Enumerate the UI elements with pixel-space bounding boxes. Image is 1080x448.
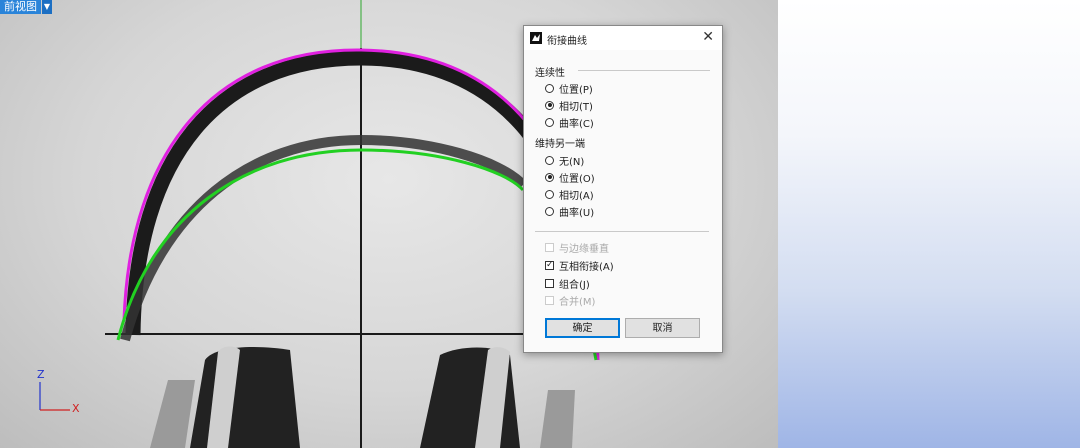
- radio-label: 相切(A): [559, 190, 594, 202]
- continuity-label: 连续性: [535, 68, 565, 79]
- radio-label: 位置(P): [559, 84, 593, 96]
- ok-button[interactable]: 确定: [545, 318, 620, 338]
- checkbox-label: 互相衔接(A): [559, 261, 614, 273]
- chevron-down-icon[interactable]: ▼: [42, 0, 52, 14]
- radio-maintain-none[interactable]: 无(N): [545, 153, 585, 168]
- radio-button[interactable]: [545, 206, 554, 216]
- options-separator: [535, 231, 709, 232]
- radio-label: 曲率(U): [559, 207, 595, 219]
- right-earcup-slider: [540, 390, 575, 448]
- dialog-title: 衔接曲线: [547, 36, 587, 47]
- radio-label: 曲率(C): [559, 118, 594, 130]
- right-panel-background: [778, 0, 1080, 448]
- checkbox: [545, 295, 554, 305]
- z-axis-label: Z: [37, 368, 45, 381]
- radio-label: 相切(T): [559, 101, 593, 113]
- radio-button[interactable]: [545, 83, 554, 93]
- checkbox-join[interactable]: 组合(J): [545, 276, 590, 291]
- radio-button[interactable]: [545, 117, 554, 127]
- checkbox: [545, 242, 554, 252]
- left-earcup: [190, 347, 300, 448]
- viewport-tab-label[interactable]: 前视图: [0, 0, 41, 14]
- cancel-button[interactable]: 取消: [625, 318, 700, 338]
- checkbox-label: 组合(J): [559, 279, 590, 291]
- dialog-titlebar[interactable]: 衔接曲线 ✕: [524, 26, 722, 50]
- green-curve: [116, 148, 525, 341]
- checkbox-label: 合并(M): [559, 296, 596, 308]
- headband-inner: [120, 134, 527, 342]
- radio-maintain-tangent[interactable]: 相切(A): [545, 187, 594, 202]
- radio-button[interactable]: [545, 189, 554, 199]
- viewport-tab[interactable]: 前视图 ▼: [0, 0, 52, 14]
- x-axis-label: X: [72, 402, 80, 415]
- maintain-other-end-label: 维持另一端: [535, 139, 585, 150]
- left-earcup-slider: [150, 380, 195, 448]
- radio-label: 无(N): [559, 156, 585, 168]
- match-curve-dialog: 衔接曲线 ✕ 连续性 位置(P) 相切(T) 曲率(C) 维持另一端 无(N) …: [523, 25, 723, 353]
- rhino-logo-icon: [530, 32, 542, 44]
- close-icon[interactable]: ✕: [702, 29, 714, 45]
- checkbox-perpendicular-to-edge: 与边缘垂直: [545, 240, 609, 255]
- checkbox[interactable]: ✓: [545, 260, 554, 270]
- checkbox[interactable]: [545, 278, 554, 288]
- radio-button[interactable]: [545, 100, 554, 110]
- radio-continuity-position[interactable]: 位置(P): [545, 81, 593, 96]
- radio-button[interactable]: [545, 172, 554, 182]
- radio-continuity-tangent[interactable]: 相切(T): [545, 98, 593, 113]
- continuity-separator: [578, 70, 710, 71]
- radio-maintain-position[interactable]: 位置(O): [545, 170, 595, 185]
- checkbox-label: 与边缘垂直: [559, 243, 609, 255]
- radio-label: 位置(O): [559, 173, 595, 185]
- checkbox-merge: 合并(M): [545, 293, 596, 308]
- radio-continuity-curvature[interactable]: 曲率(C): [545, 115, 594, 130]
- radio-maintain-curvature[interactable]: 曲率(U): [545, 204, 595, 219]
- radio-button[interactable]: [545, 155, 554, 165]
- checkbox-match-each-other[interactable]: ✓ 互相衔接(A): [545, 258, 614, 273]
